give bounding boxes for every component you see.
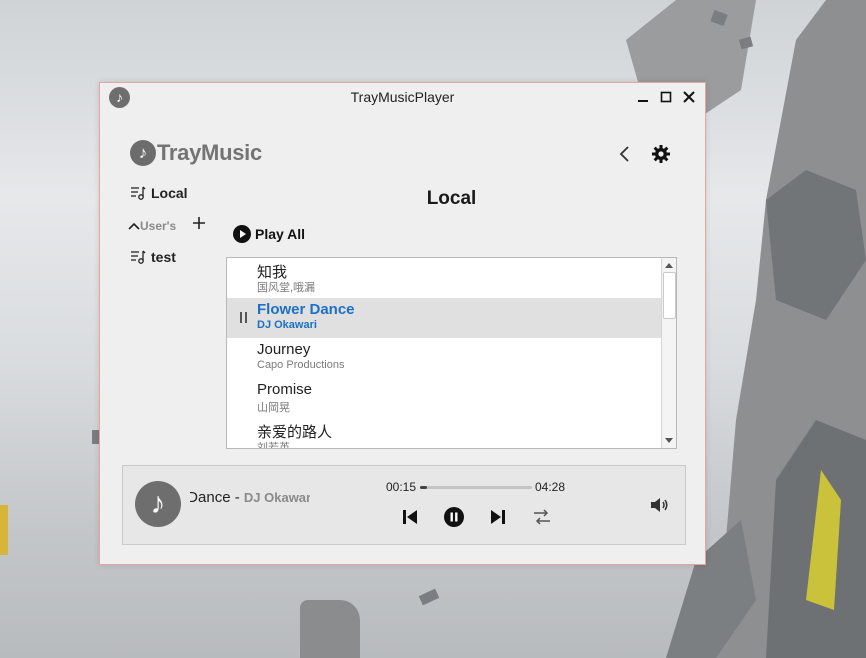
song-row[interactable]: 亲爱的路人 刘若英 [227, 418, 661, 449]
playlist-icon [131, 186, 146, 200]
now-playing-separator: - [230, 489, 244, 506]
song-artist: 国风堂,哦漏 [257, 282, 316, 294]
scrollbar-thumb[interactable] [663, 272, 676, 319]
song-title: Promise [257, 381, 313, 398]
add-playlist-button[interactable] [190, 214, 208, 235]
play-all-label: Play All [255, 226, 306, 242]
music-note-icon: ♪ [130, 140, 156, 166]
song-row[interactable]: Journey Capo Productions [227, 338, 661, 378]
close-icon [683, 91, 695, 103]
next-button[interactable] [487, 506, 509, 528]
progress-fill [420, 486, 427, 489]
total-time: 04:28 [535, 480, 566, 494]
previous-button[interactable] [399, 506, 421, 528]
song-artist: DJ Okawari [257, 319, 317, 331]
gear-icon [652, 145, 670, 163]
scroll-up-arrow-icon[interactable] [665, 263, 673, 268]
song-row-playing[interactable]: Flower Dance DJ Okawari [227, 298, 661, 338]
app-window: ♪ TrayMusicPlayer ♪ TrayMusic Local User… [99, 82, 706, 565]
maximize-icon [660, 91, 672, 103]
skip-previous-icon [403, 510, 417, 524]
pause-icon [239, 312, 248, 323]
play-mode-button[interactable] [531, 506, 553, 528]
sidebar-item-local[interactable]: Local [130, 185, 188, 201]
chevron-up-icon [128, 222, 140, 230]
playlist-icon [131, 250, 146, 264]
volume-icon [651, 498, 668, 512]
current-time: 00:15 [386, 480, 417, 494]
now-playing-artist: DJ Okawari [243, 490, 310, 505]
song-title: Journey [257, 341, 311, 358]
progress-slider[interactable] [420, 486, 532, 489]
window-title: TrayMusicPlayer [350, 89, 455, 105]
floating-rock [0, 505, 8, 555]
song-title: Flower Dance [257, 301, 355, 318]
chevron-left-icon [619, 146, 629, 162]
play-pause-button[interactable] [443, 506, 465, 528]
song-artist: Capo Productions [257, 359, 345, 371]
back-button[interactable] [614, 143, 636, 165]
minimize-button[interactable] [633, 87, 653, 107]
app-logo: ♪ TrayMusic [130, 139, 262, 167]
plus-icon [193, 217, 205, 229]
maximize-button[interactable] [656, 87, 676, 107]
settings-button[interactable] [650, 143, 672, 165]
song-row[interactable]: Promise 山岡晃 [227, 378, 661, 418]
now-playing-title: Flower Dance [190, 489, 231, 506]
title-bar[interactable]: ♪ TrayMusicPlayer [100, 83, 705, 113]
song-artist: 山岡晃 [257, 402, 290, 414]
player-bar: ♪ Flower Dance - DJ Okawari 00:15 04:28 [122, 465, 686, 545]
users-section-label: User's [140, 219, 177, 233]
pause-circle-icon [444, 507, 464, 527]
album-art-music-note-icon: ♪ [135, 481, 181, 527]
scroll-down-arrow-icon[interactable] [665, 438, 673, 443]
floating-rock [418, 588, 440, 606]
volume-button[interactable] [648, 494, 670, 516]
users-section-header[interactable]: User's [128, 219, 176, 233]
song-row[interactable]: 知我 国风堂,哦漏 [227, 258, 661, 298]
play-all-button[interactable]: Play All [233, 225, 305, 243]
play-circle-icon [233, 225, 251, 243]
repeat-icon [534, 509, 550, 525]
skip-next-icon [491, 510, 505, 524]
close-button[interactable] [679, 87, 699, 107]
sidebar-item-playlist[interactable]: test [130, 249, 176, 265]
sidebar-item-label: Local [151, 185, 188, 201]
minimize-icon [638, 100, 648, 102]
sidebar-item-label: test [151, 249, 176, 265]
page-title: Local [426, 188, 477, 209]
vertical-scrollbar[interactable] [661, 258, 676, 448]
now-playing-marquee: Flower Dance - DJ Okawari [190, 489, 310, 506]
floating-rock [300, 600, 360, 658]
song-list[interactable]: 知我 国风堂,哦漏 Flower Dance DJ Okawari Journe… [226, 257, 677, 449]
logo-text: TrayMusic [157, 140, 262, 165]
song-artist: 刘若英 [257, 442, 290, 449]
